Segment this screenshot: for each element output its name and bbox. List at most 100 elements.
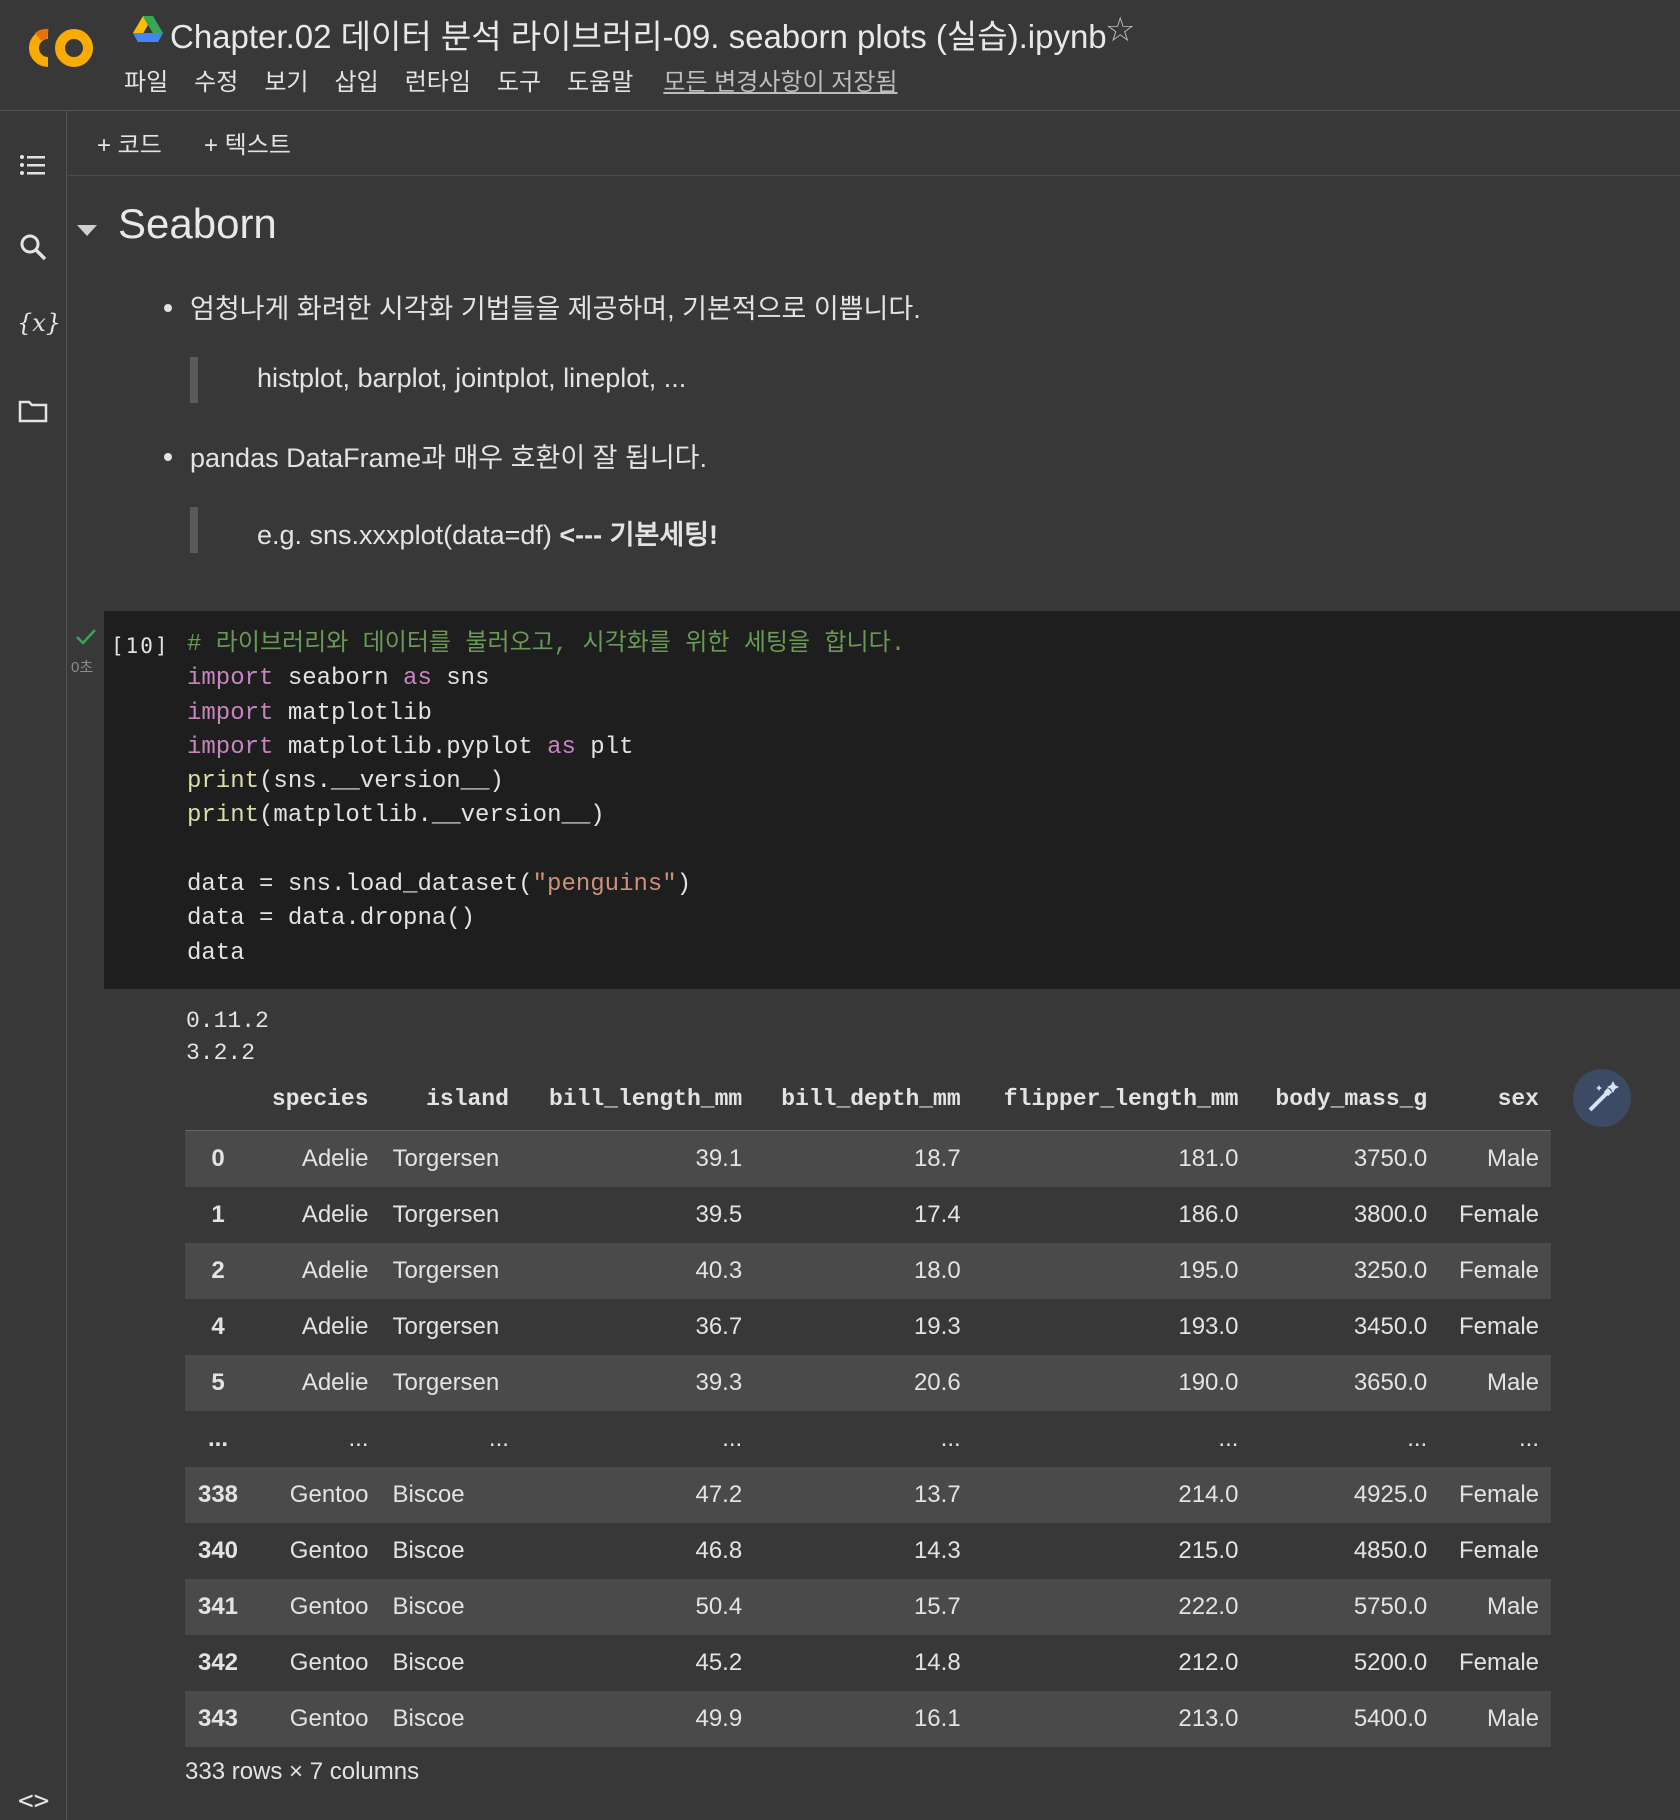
column-header	[185, 1068, 251, 1131]
menu-help[interactable]: 도움말	[567, 62, 633, 97]
table-cell: 39.5	[695, 1201, 743, 1228]
star-icon[interactable]: ☆	[1105, 10, 1135, 50]
table-cell: ...	[722, 1425, 743, 1452]
column-header: bill_length_mm	[520, 1068, 755, 1131]
table-cell: Gentoo	[251, 1579, 381, 1635]
column-header: flipper_length_mm	[972, 1068, 1251, 1131]
table-cell: Gentoo	[289, 1649, 369, 1676]
menu-runtime[interactable]: 런타임	[405, 62, 471, 97]
bullet-item: pandas DataFrame과 매우 호환이 잘 됩니다.	[164, 436, 707, 475]
row-index: 2	[185, 1243, 251, 1299]
menu-edit[interactable]: 수정	[194, 62, 238, 97]
table-cell: Torgersen	[392, 1201, 500, 1228]
colab-logo[interactable]	[20, 22, 100, 74]
table-cell: 212.0	[1178, 1649, 1239, 1676]
table-cell: ...	[1407, 1425, 1428, 1452]
save-status-link[interactable]: 모든 변경사항이 저장됨	[663, 62, 897, 97]
table-row: 2 Adelie Torgersen 40.3 18.0 195.0 3250.0 Femal…	[185, 1243, 1551, 1299]
add-text-button[interactable]: + 텍스트	[204, 125, 291, 160]
table-row: 0 Adelie Torgersen 39.1 18.7 181.0 3750.0 Male	[185, 1130, 1551, 1187]
table-cell: 5400.0	[1250, 1691, 1440, 1747]
menu-tools[interactable]: 도구	[497, 62, 541, 97]
quote-bold-text: <--- 기본세팅!	[559, 520, 718, 550]
table-cell: 222.0	[972, 1579, 1251, 1635]
table-cell: 49.9	[520, 1691, 755, 1747]
table-cell: 213.0	[972, 1691, 1251, 1747]
column-header: species	[251, 1068, 381, 1131]
menu-bar: 파일 수정 보기 삽입 런타임 도구 도움말 모든 변경사항이 저장됨	[124, 62, 898, 97]
table-cell: Adelie	[251, 1355, 381, 1411]
row-index: 0	[185, 1130, 251, 1187]
magic-wand-button[interactable]	[1573, 1069, 1631, 1127]
stdout-line: 3.2.2	[186, 1040, 256, 1066]
bullet-dot-icon	[164, 452, 172, 461]
table-cell: ...	[940, 1425, 961, 1452]
table-cell: Adelie	[301, 1313, 369, 1340]
table-cell: 15.7	[754, 1579, 973, 1635]
menu-file[interactable]: 파일	[124, 62, 168, 97]
section-heading: Seaborn	[118, 200, 277, 247]
table-cell: Torgersen	[392, 1313, 500, 1340]
table-cell: 45.2	[695, 1649, 743, 1676]
variables-icon[interactable]: {x}	[17, 309, 61, 341]
row-index: 5	[185, 1355, 251, 1411]
table-cell: Male	[1439, 1579, 1551, 1635]
magic-wand-icon	[1588, 1081, 1619, 1112]
table-cell: 40.3	[520, 1243, 755, 1299]
table-cell: 3800.0	[1353, 1201, 1428, 1228]
table-row: 341 Gentoo Biscoe 50.4 15.7 222.0 5750.0 Male	[185, 1579, 1551, 1635]
code-editor[interactable]: # 라이브러리와 데이터를 불러오고, 시각화를 위한 세팅을 합니다. imp…	[187, 628, 905, 971]
table-cell: 14.8	[913, 1649, 961, 1676]
table-cell: 20.6	[754, 1355, 973, 1411]
execution-success-icon	[76, 629, 96, 645]
quote-plain-text: e.g. sns.xxxplot(data=df)	[257, 520, 560, 550]
table-row: 4 Adelie Torgersen 36.7 19.3 193.0 3450.0 Femal…	[185, 1299, 1551, 1355]
table-cell: Adelie	[301, 1201, 369, 1228]
folder-icon[interactable]	[17, 395, 49, 427]
bullet-dot-icon	[164, 303, 172, 312]
table-cell: 193.0	[1178, 1313, 1239, 1340]
add-code-button[interactable]: + 코드	[97, 125, 162, 160]
table-cell: 4850.0	[1353, 1537, 1428, 1564]
table-cell: 19.3	[913, 1313, 961, 1340]
google-drive-icon[interactable]	[133, 16, 163, 44]
table-cell: ...	[1218, 1425, 1239, 1452]
table-cell: 215.0	[1178, 1537, 1239, 1564]
notebook-title[interactable]: Chapter.02 데이터 분석 라이브러리-09. seaborn plot…	[170, 10, 1107, 58]
table-cell: Adelie	[251, 1130, 381, 1187]
table-row: 343 Gentoo Biscoe 49.9 16.1 213.0 5400.0 Male	[185, 1691, 1551, 1747]
code-snippets-icon[interactable]: <>	[18, 1786, 49, 1816]
table-cell: 3250.0	[1250, 1243, 1440, 1299]
table-cell: 186.0	[1178, 1201, 1239, 1228]
table-cell: 36.7	[695, 1313, 743, 1340]
search-icon[interactable]	[17, 231, 49, 263]
table-cell: 16.1	[754, 1691, 973, 1747]
table-row: 338 Gentoo Biscoe 47.2 13.7 214.0 4925.0 Female	[185, 1467, 1551, 1523]
table-cell: 190.0	[972, 1355, 1251, 1411]
menu-view[interactable]: 보기	[264, 62, 308, 97]
left-sidebar: {x} <>	[0, 111, 67, 1820]
code-line: # 라이브러리와 데이터를 불러오고, 시각화를 위한 세팅을 합니다.	[187, 631, 906, 658]
table-cell: Female	[1458, 1649, 1539, 1676]
column-header: bill_depth_mm	[754, 1068, 973, 1131]
table-cell: 5750.0	[1250, 1579, 1440, 1635]
table-row: 340 Gentoo Biscoe 46.8 14.3 215.0 4850.0 Female	[185, 1523, 1551, 1579]
collapse-section-icon[interactable]	[77, 225, 97, 236]
row-index: 341	[185, 1579, 251, 1635]
table-cell: 181.0	[972, 1130, 1251, 1187]
menu-insert[interactable]: 삽입	[335, 62, 379, 97]
table-cell: 18.7	[754, 1130, 973, 1187]
top-bar: Chapter.02 데이터 분석 라이브러리-09. seaborn plot…	[0, 0, 1680, 111]
stdout-line: 0.11.2	[186, 1008, 269, 1034]
table-cell: Biscoe	[392, 1649, 465, 1676]
table-cell: Female	[1458, 1201, 1539, 1228]
execution-count[interactable]: [10]	[111, 634, 170, 658]
table-cell: 3450.0	[1353, 1313, 1428, 1340]
blockquote-text: histplot, barplot, jointplot, lineplot, …	[257, 363, 687, 393]
table-cell: Female	[1458, 1313, 1539, 1340]
table-cell: Biscoe	[380, 1467, 521, 1523]
blockquote-bar	[190, 507, 198, 553]
column-header: sex	[1439, 1068, 1551, 1131]
toc-icon[interactable]	[17, 149, 49, 181]
table-cell: Female	[1439, 1467, 1551, 1523]
